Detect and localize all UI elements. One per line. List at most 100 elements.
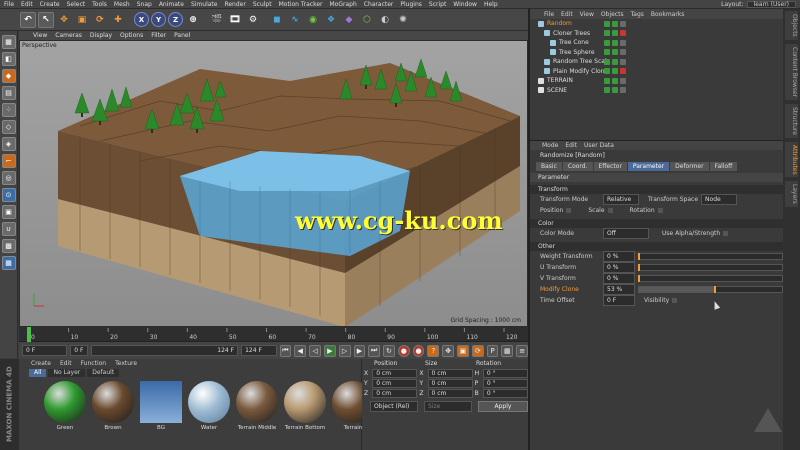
material-swatch[interactable]: BG — [140, 381, 182, 431]
object-menu-view[interactable]: View — [580, 11, 594, 18]
material-filter-no-layer[interactable]: No Layer — [48, 368, 86, 377]
layout-value[interactable]: learn (User) — [746, 1, 796, 8]
render-settings-icon[interactable]: ⚙ — [245, 12, 261, 28]
material-ball[interactable] — [92, 381, 134, 423]
visibility-dot-icon[interactable] — [620, 58, 626, 65]
position-field[interactable]: 0 cm — [372, 368, 418, 378]
size-field[interactable]: 0 cm — [427, 378, 473, 388]
sculpt-icon[interactable]: ▩ — [1, 239, 16, 253]
menu-item-snap[interactable]: Snap — [137, 1, 152, 8]
visibility-dot-icon[interactable] — [604, 77, 610, 84]
visibility-dot-icon[interactable] — [604, 58, 610, 65]
undo-icon[interactable]: ↶ — [20, 11, 36, 28]
side-tab-content-browser[interactable]: Content Browser — [785, 43, 798, 100]
make-editable-icon[interactable]: ▦ — [1, 35, 16, 49]
material-menu-texture[interactable]: Texture — [115, 360, 137, 367]
position-checkbox[interactable] — [566, 208, 572, 213]
modify-clone-slider[interactable] — [638, 286, 783, 293]
tab-basic[interactable]: Basic — [536, 161, 562, 171]
magnet-icon[interactable]: ∪ — [1, 222, 16, 236]
menu-item-create[interactable]: Create — [40, 1, 60, 8]
rotation-field[interactable]: 0 ° — [482, 368, 528, 378]
menu-item-tools[interactable]: Tools — [92, 1, 107, 8]
size-field[interactable]: 0 cm — [427, 388, 473, 398]
menu-item-select[interactable]: Select — [67, 1, 86, 8]
playhead[interactable] — [27, 327, 31, 342]
max-frame-field[interactable]: 124 F — [241, 345, 277, 356]
visibility-dot-icon[interactable] — [612, 30, 618, 37]
menu-item-animate[interactable]: Animate — [159, 1, 184, 8]
menu-item-mesh[interactable]: Mesh — [114, 1, 130, 8]
scale-checkbox[interactable] — [607, 208, 613, 213]
object-menu-file[interactable]: File — [544, 11, 554, 18]
scene-icon[interactable]: ⬡ — [359, 12, 375, 28]
visibility-dot-icon[interactable] — [612, 58, 618, 65]
current-frame-field[interactable]: 0 F — [22, 345, 68, 356]
transform-space-select[interactable]: Node — [701, 194, 738, 205]
object-menu-objects[interactable]: Objects — [601, 11, 624, 18]
prev-key-icon[interactable]: ◀ — [294, 344, 307, 357]
axis-mode-icon[interactable]: ⌐ — [1, 154, 16, 168]
size-mode-select[interactable]: Size — [424, 401, 472, 412]
tab-coord[interactable]: Coord. — [562, 161, 593, 171]
material-swatch[interactable]: Terrain Middle — [236, 381, 278, 431]
snap-icon[interactable]: ⊙ — [1, 188, 16, 202]
nurbs-icon[interactable]: ◉ — [305, 12, 321, 28]
menu-item-render[interactable]: Render — [224, 1, 245, 8]
recent-tools-icon[interactable]: ✚ — [110, 12, 126, 28]
cube-icon[interactable]: ◼ — [269, 12, 285, 28]
select-arrow-icon[interactable]: ↖ — [38, 11, 54, 28]
object-row-plain-modify-clone[interactable]: Plain Modify Clone — [530, 67, 783, 77]
apply-button[interactable]: Apply — [478, 401, 528, 412]
render-view-icon[interactable]: 🎬 — [209, 12, 225, 28]
tab-falloff[interactable]: Falloff — [709, 161, 738, 171]
menu-item-window[interactable]: Window — [453, 1, 477, 8]
rotation-checkbox[interactable] — [657, 208, 663, 213]
material-ball[interactable] — [140, 381, 182, 423]
visibility-dot-icon[interactable] — [612, 49, 618, 56]
attribute-menu-edit[interactable]: Edit — [565, 142, 577, 149]
axis-z-button[interactable]: Z — [168, 12, 183, 27]
menu-item-edit[interactable]: Edit — [21, 1, 33, 8]
object-row-cloner-trees[interactable]: Cloner Trees — [530, 29, 783, 39]
section-transform[interactable]: Transform — [530, 185, 783, 194]
u-transform-slider[interactable] — [638, 264, 783, 271]
rotation-field[interactable]: 0 ° — [482, 378, 528, 388]
position-key-icon[interactable]: ✥ — [442, 344, 455, 357]
next-frame-icon[interactable]: ▷ — [338, 344, 351, 357]
prev-frame-icon[interactable]: ◁ — [309, 344, 321, 357]
side-tab-attributes[interactable]: Attributes — [785, 141, 798, 178]
position-field[interactable]: 0 cm — [372, 378, 418, 388]
play-icon[interactable]: ▶ — [323, 344, 336, 357]
time-offset-field[interactable]: 0 F — [603, 295, 635, 306]
visibility-dot-icon[interactable] — [604, 30, 610, 37]
size-field[interactable]: 0 cm — [427, 368, 473, 378]
pla-key-icon[interactable]: ▦ — [501, 344, 514, 357]
menu-item-script[interactable]: Script — [429, 1, 446, 8]
side-tab-structure[interactable]: Structure — [785, 103, 798, 138]
menu-item-plugins[interactable]: Plugins — [400, 1, 422, 8]
object-menu-edit[interactable]: Edit — [561, 11, 573, 18]
object-row-terrain[interactable]: TERRAIN — [530, 76, 783, 86]
menu-item-file[interactable]: File — [4, 1, 14, 8]
timeline-menu-icon[interactable]: ≡ — [516, 344, 529, 357]
use-alpha-checkbox[interactable] — [723, 231, 729, 236]
object-menu-tags[interactable]: Tags — [631, 11, 644, 18]
tab-deformer[interactable]: Deformer — [670, 161, 709, 171]
material-menu-function[interactable]: Function — [81, 360, 107, 367]
polygons-mode-icon[interactable]: ◈ — [1, 137, 16, 151]
object-row-random-tree-scale[interactable]: Random Tree Scale — [530, 57, 783, 67]
viewport-menu-view[interactable]: View — [33, 32, 47, 39]
rotate-icon[interactable]: ⟳ — [92, 12, 108, 28]
tweak-mode-icon[interactable]: ◎ — [1, 171, 16, 185]
timeline-ruler[interactable]: 0 10 20 30 40 50 60 70 80 90 100 110 120 — [19, 327, 528, 342]
u-transform-field[interactable]: 0 % — [603, 262, 635, 273]
visibility-dot-icon[interactable] — [604, 20, 610, 27]
object-menu-bookmarks[interactable]: Bookmarks — [651, 11, 685, 18]
tab-parameter[interactable]: Parameter — [627, 161, 670, 171]
light-icon[interactable]: ✺ — [395, 12, 411, 28]
rotation-field[interactable]: 0 ° — [482, 388, 528, 398]
workplane-icon[interactable]: ▤ — [1, 86, 16, 100]
modify-clone-field[interactable]: 53 % — [603, 284, 635, 295]
material-ball[interactable] — [236, 381, 278, 423]
